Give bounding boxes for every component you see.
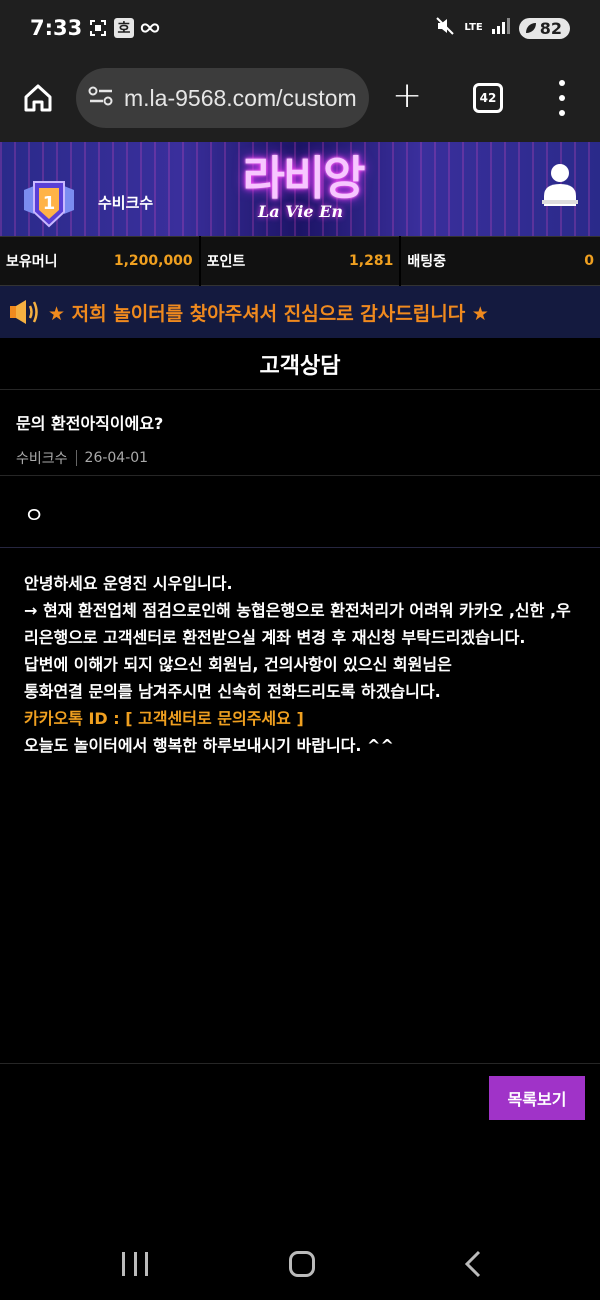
user-profile-icon[interactable]	[540, 162, 580, 208]
status-time: 7:33	[30, 16, 83, 40]
battery-indicator: 82	[518, 17, 570, 39]
status-left-icons: 호	[88, 18, 160, 38]
home-nav-icon[interactable]	[289, 1251, 315, 1277]
status-bar: 7:33 호 LTE 82	[0, 0, 600, 60]
home-icon[interactable]	[22, 82, 54, 114]
post-author: 수비크수	[16, 451, 68, 467]
post-subject: 문의 환전아직이에요?	[16, 414, 164, 433]
list-view-button[interactable]: 목록보기	[489, 1076, 585, 1120]
betting-label: 배팅중	[407, 254, 446, 270]
question-body: ㅇ	[0, 476, 600, 548]
new-tab-plus-icon[interactable]: +	[392, 78, 422, 114]
answer-inquiry-line1: 답변에 이해가 되지 않으신 회원님, 건의사항이 있으신 회원님은	[24, 655, 452, 674]
post-meta: 수비크수 26-04-01	[16, 448, 600, 468]
answer-notice: → 현재 환전업체 점검으로인해 농협은행으로 환전처리가 어려워 카카오 ,신…	[24, 601, 571, 647]
rank-badge-icon: 1	[22, 180, 76, 228]
balance-money: 보유머니 1,200,000	[0, 236, 199, 286]
battery-level: 82	[539, 18, 562, 38]
answer-inquiry-line2: 통화연결 문의를 남겨주시면 신속히 전화드리도록 하겠습니다.	[24, 682, 441, 701]
post-header: 문의 환전아직이에요? 수비크수 26-04-01	[0, 390, 600, 476]
balance-betting: 배팅중 0	[401, 236, 600, 286]
balance-label: 보유머니	[6, 254, 58, 270]
balance-row: 보유머니 1,200,000 포인트 1,281 배팅중 0	[0, 236, 600, 286]
points-label: 포인트	[206, 254, 246, 270]
post-date: 26-04-01	[84, 450, 149, 466]
points-value: 1,281	[349, 253, 394, 269]
answer-farewell: 오늘도 놀이터에서 행복한 하루보내시기 바랍니다. ^^	[24, 736, 394, 755]
betting-value: 0	[584, 253, 595, 269]
site-logo[interactable]: 라비앙	[228, 142, 378, 208]
address-bar[interactable]: m.la-9568.com/custom	[76, 68, 369, 128]
infinity-icon	[140, 18, 160, 38]
signal-icon	[491, 18, 510, 38]
answer-greeting: 안녕하세요 운영진 시우입니다.	[24, 574, 233, 593]
recents-icon[interactable]	[122, 1252, 148, 1276]
meta-divider	[75, 450, 77, 466]
tab-switcher-button[interactable]: 42	[473, 83, 503, 113]
banner-username: 수비크수	[98, 194, 154, 212]
megaphone-icon	[8, 298, 40, 326]
mute-icon	[435, 16, 455, 40]
system-nav-bar	[0, 1228, 600, 1300]
menu-kebab-icon[interactable]	[552, 80, 572, 116]
notice-marquee: ★ 저희 놀이터를 찾아주셔서 진심으로 감사드립니다 ★	[0, 286, 600, 338]
battery-saver-icon	[525, 23, 536, 33]
answer-body: 안녕하세요 운영진 시우입니다. → 현재 환전업체 점검으로인해 농협은행으로…	[0, 548, 600, 1064]
status-right-icons: LTE 82	[435, 16, 570, 40]
back-icon[interactable]	[462, 1250, 484, 1278]
screenshot-icon	[88, 18, 108, 38]
notice-text: ★ 저희 놀이터를 찾아주셔서 진심으로 감사드립니다 ★	[48, 302, 489, 325]
balance-points: 포인트 1,281	[200, 236, 400, 286]
browser-toolbar: m.la-9568.com/custom + 42	[0, 60, 600, 142]
ho-badge-icon: 호	[114, 18, 134, 38]
page-title: 고객상담	[0, 338, 600, 390]
url-text[interactable]: m.la-9568.com/custom	[124, 85, 357, 112]
rank-number: 1	[43, 193, 56, 214]
answer-kakao-id: 카카오톡 ID : [ 고객센터로 문의주세요 ]	[24, 709, 304, 728]
site-settings-icon[interactable]	[88, 85, 114, 111]
site-banner: 1 수비크수 라비앙 La Vie En	[0, 142, 600, 236]
site-logo-subtext: La Vie En	[258, 202, 343, 221]
balance-value: 1,200,000	[113, 253, 193, 269]
network-label: LTE	[464, 22, 483, 33]
